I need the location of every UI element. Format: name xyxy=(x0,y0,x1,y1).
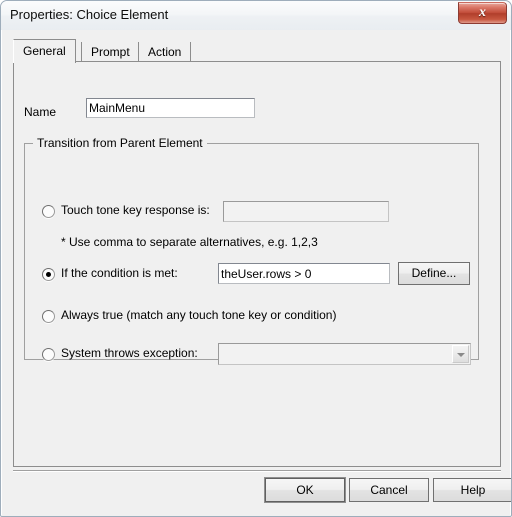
define-button[interactable]: Define... xyxy=(398,262,470,285)
tab-action[interactable]: Action xyxy=(138,42,192,62)
radio-always-true-label: Always true (match any touch tone key or… xyxy=(61,308,337,322)
cancel-button[interactable]: Cancel xyxy=(349,478,429,502)
condition-input[interactable] xyxy=(218,263,390,284)
touch-tone-input[interactable] xyxy=(223,201,389,222)
tab-strip: General Prompt Action xyxy=(13,39,501,63)
radio-touch-tone[interactable] xyxy=(42,205,55,218)
comma-hint-text: * Use comma to separate alternatives, e.… xyxy=(61,235,318,249)
close-button[interactable]: x xyxy=(458,2,507,24)
radio-touch-tone-label: Touch tone key response is: xyxy=(61,203,210,217)
name-input[interactable] xyxy=(86,98,255,118)
window-title: Properties: Choice Element xyxy=(10,7,169,22)
properties-dialog-window: Properties: Choice Element x General Pro… xyxy=(0,0,512,517)
radio-system-exception[interactable] xyxy=(42,348,55,361)
transition-group-box-label: Transition from Parent Element xyxy=(33,136,207,150)
title-bar[interactable]: Properties: Choice Element x xyxy=(1,1,511,30)
radio-system-exception-label: System throws exception: xyxy=(61,346,198,360)
radio-condition-label: If the condition is met: xyxy=(61,266,178,280)
transition-group-box xyxy=(24,143,479,360)
close-icon: x xyxy=(479,5,486,20)
chevron-down-icon[interactable] xyxy=(452,345,469,363)
selected-tab-notch xyxy=(14,60,69,62)
ok-button[interactable]: OK xyxy=(265,478,345,502)
bottom-separator xyxy=(13,470,501,472)
system-exception-combo[interactable] xyxy=(218,343,471,365)
radio-always-true[interactable] xyxy=(42,310,55,323)
radio-condition[interactable] xyxy=(42,268,55,281)
dialog-client-area: General Prompt Action Name Transition fr… xyxy=(2,30,511,516)
tab-prompt[interactable]: Prompt xyxy=(81,42,140,62)
name-label: Name xyxy=(24,105,57,119)
help-button[interactable]: Help xyxy=(433,478,511,502)
